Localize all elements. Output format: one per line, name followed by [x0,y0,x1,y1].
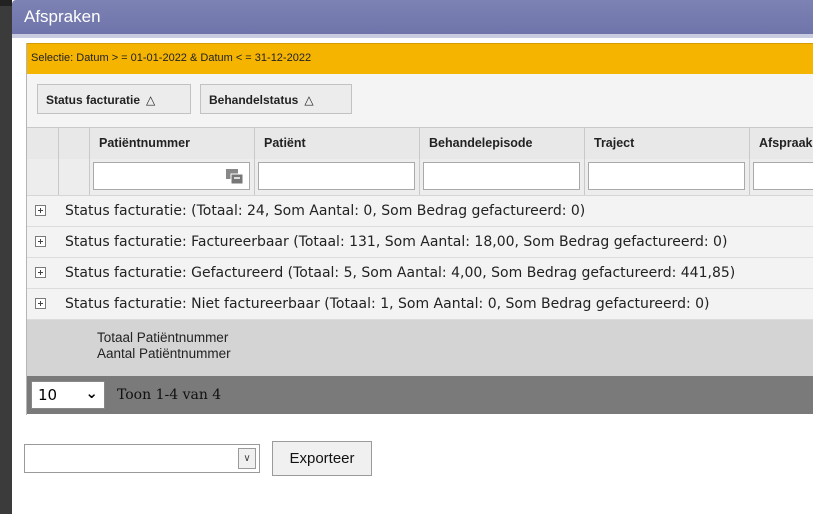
filter-cell-patientnummer [89,159,254,195]
filter-cell-traject [584,159,749,195]
expand-plus-icon[interactable] [35,298,46,309]
filter-input-afspraak[interactable] [753,162,813,190]
footer-count-patientnummer: Aantal Patiëntnummer [97,346,231,361]
group-button-label: Status facturatie [46,93,141,107]
filter-cell-behandelepisode [419,159,584,195]
group-row-label: Status facturatie: Gefactureerd (Totaal:… [65,265,736,281]
filter-spacer [27,159,58,195]
group-row[interactable]: Status facturatie: Gefactureerd (Totaal:… [27,258,813,289]
column-header-afspraak[interactable]: Afspraak [749,128,813,159]
filter-input-behandelepisode[interactable] [423,162,580,190]
filter-input-traject[interactable] [588,162,745,190]
export-format-select[interactable]: ∨ [24,444,260,473]
expand-plus-icon[interactable] [35,236,46,247]
group-button-status-facturatie[interactable]: Status facturatie △ [37,84,191,114]
group-row-label: Status facturatie: (Totaal: 24, Som Aant… [65,203,586,219]
group-row-label: Status facturatie: Niet factureerbaar (T… [65,296,710,312]
column-filter-row [27,159,813,196]
filter-input-patient[interactable] [258,162,415,190]
pager-info: Toon 1-4 van 4 [117,387,222,403]
background-window-edge [0,0,12,514]
filter-options-icon[interactable] [226,169,244,185]
page-size-select[interactable]: 10 ⌄ [31,381,105,409]
sort-triangle-icon: △ [304,93,314,107]
filter-spacer [58,159,89,195]
column-header-behandelepisode[interactable]: Behandelepisode [419,128,584,159]
group-button-behandelstatus[interactable]: Behandelstatus △ [200,84,352,114]
chevron-down-icon: ⌄ [85,384,98,402]
expand-plus-icon[interactable] [35,267,46,278]
dropdown-arrow-icon[interactable]: ∨ [238,448,256,469]
appointments-grid: Selectie: Datum > = 01-01-2022 & Datum <… [26,43,813,415]
group-row[interactable]: Status facturatie: Factureerbaar (Totaal… [27,227,813,258]
header-spacer [27,128,58,159]
background-window-corner [0,0,12,6]
footer-total-patientnummer: Totaal Patiëntnummer [97,330,229,345]
titlebar-divider [12,34,813,38]
group-button-label: Behandelstatus [209,93,299,107]
active-filter-bar: Selectie: Datum > = 01-01-2022 & Datum <… [27,43,813,75]
group-row[interactable]: Status facturatie: Niet factureerbaar (T… [27,289,813,320]
sort-triangle-icon: △ [146,93,156,107]
grid-footer-aggregates: Totaal Patiëntnummer Aantal Patiëntnumme… [27,320,813,376]
active-filter-text: Selectie: Datum > = 01-01-2022 & Datum <… [31,52,312,64]
group-by-panel: Status facturatie △ Behandelstatus △ [27,74,813,127]
filter-cell-patient [254,159,419,195]
header-expander-column [58,128,89,159]
filter-cell-afspraak [749,159,813,195]
grid-pager: 10 ⌄ Toon 1-4 van 4 [27,376,813,414]
column-header-row: Patiëntnummer Patiënt Behandelepisode Tr… [27,127,813,160]
column-header-patientnummer[interactable]: Patiëntnummer [89,128,254,159]
window-title: Afspraken [24,7,101,26]
group-row-label: Status facturatie: Factureerbaar (Totaal… [65,234,728,250]
column-header-patient[interactable]: Patiënt [254,128,419,159]
window-titlebar[interactable]: Afspraken [12,0,813,34]
expand-plus-icon[interactable] [35,205,46,216]
page-size-value: 10 [38,386,58,404]
afspraken-window: Afspraken Selectie: Datum > = 01-01-2022… [12,0,813,514]
export-button[interactable]: Exporteer [272,441,372,476]
group-row[interactable]: Status facturatie: (Totaal: 24, Som Aant… [27,196,813,227]
column-header-traject[interactable]: Traject [584,128,749,159]
